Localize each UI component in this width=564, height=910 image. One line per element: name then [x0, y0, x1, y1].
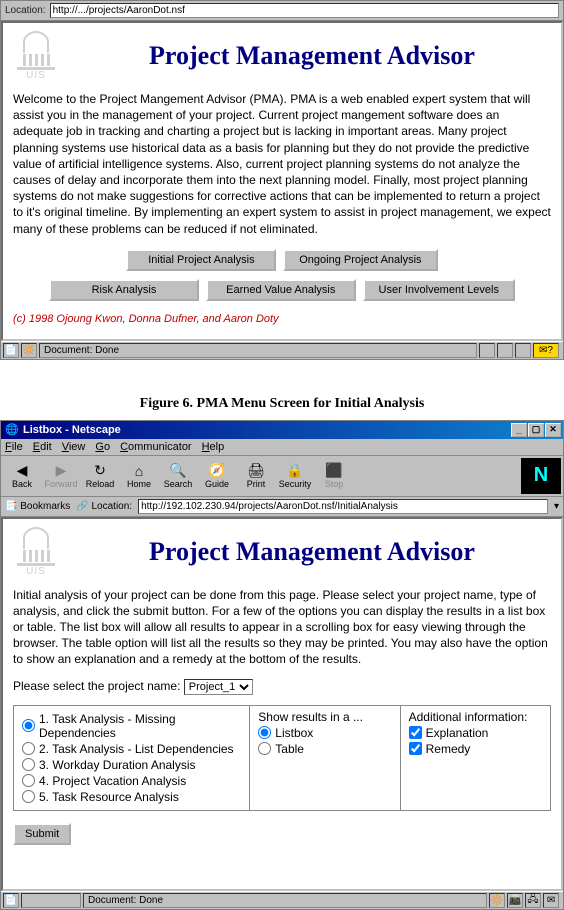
menu-communicator[interactable]: Communicator [120, 441, 192, 453]
button-row-2: Risk Analysis Earned Value Analysis User… [13, 277, 551, 303]
location-bar: Location: [1, 1, 563, 21]
ongoing-analysis-button[interactable]: Ongoing Project Analysis [283, 249, 437, 271]
uis-logo: UIS [13, 31, 59, 81]
search-button[interactable]: 🔍Search [159, 458, 197, 494]
results-header: Show results in a ... [258, 710, 391, 724]
options-table: 1. Task Analysis - Missing Dependencies … [13, 705, 551, 811]
stop-icon: ⬛ [325, 462, 342, 479]
print-button[interactable]: 🖨Print [237, 458, 275, 494]
user-involvement-button[interactable]: User Involvement Levels [363, 279, 515, 301]
window-title: Listbox - Netscape [23, 424, 510, 436]
analysis-option-5[interactable]: 5. Task Resource Analysis [22, 790, 241, 804]
status2-text: Document: Done [83, 893, 487, 908]
menu-view[interactable]: View [62, 441, 86, 453]
check-remedy[interactable]: Remedy [409, 742, 542, 756]
uis-logo-2: UIS [13, 527, 59, 577]
menu-edit[interactable]: Edit [33, 441, 52, 453]
status2-tray-2: 📠 [507, 893, 523, 908]
guide-button[interactable]: 🧭Guide [198, 458, 236, 494]
check-explanation[interactable]: Explanation [409, 726, 542, 740]
status2-tray-3: 🖧 [525, 893, 541, 908]
additional-header: Additional information: [409, 710, 542, 724]
menu-go[interactable]: Go [95, 441, 110, 453]
stop-button[interactable]: ⬛Stop [315, 458, 353, 494]
status2-tray-1: 🔆 [489, 893, 505, 908]
menu-help[interactable]: Help [202, 441, 225, 453]
figure-caption: Figure 6. PMA Menu Screen for Initial An… [0, 396, 564, 412]
home-button[interactable]: ⌂Home [120, 458, 158, 494]
bookmarks-button[interactable]: 📑 Bookmarks [5, 501, 70, 512]
page-body-1: UIS Project Management Advisor Welcome t… [1, 21, 563, 341]
window-2: 🌐 Listbox - Netscape _ ▢ ✕ File Edit Vie… [0, 420, 564, 910]
location-label: Location: [5, 5, 46, 16]
security-button[interactable]: 🔒Security [276, 458, 314, 494]
status2-progress [21, 893, 81, 908]
status-bar-2: 📄 Document: Done 🔆 📠 🖧 ✉ [1, 891, 563, 909]
status-tray-3 [515, 343, 531, 358]
menu-file[interactable]: File [5, 441, 23, 453]
status-tray-1 [479, 343, 495, 358]
forward-button[interactable]: ▶Forward [42, 458, 80, 494]
analysis-option-2[interactable]: 2. Task Analysis - List Dependencies [22, 742, 241, 756]
intro-text: Initial analysis of your project can be … [13, 587, 551, 668]
analysis-option-1[interactable]: 1. Task Analysis - Missing Dependencies [22, 712, 241, 740]
page-body-2: UIS Project Management Advisor Initial a… [1, 517, 563, 891]
status2-icon: 📄 [3, 893, 19, 908]
select-project-label: Please select the project name: [13, 679, 180, 693]
status2-tray-4: ✉ [543, 893, 559, 908]
submit-button[interactable]: Submit [13, 823, 71, 845]
titlebar: 🌐 Listbox - Netscape _ ▢ ✕ [1, 421, 563, 439]
project-select[interactable]: Project_1 [184, 679, 253, 695]
app-icon: 🌐 [5, 423, 19, 437]
toolbar: ◀Back ▶Forward ↻Reload ⌂Home 🔍Search 🧭Gu… [1, 456, 563, 497]
welcome-text: Welcome to the Project Mangement Advisor… [13, 91, 551, 237]
button-row-1: Initial Project Analysis Ongoing Project… [13, 247, 551, 273]
home-icon: ⌂ [135, 463, 143, 479]
reload-button[interactable]: ↻Reload [81, 458, 119, 494]
status-tray-2 [497, 343, 513, 358]
location-input-2[interactable] [138, 499, 548, 514]
status-text: Document: Done [39, 343, 477, 358]
netscape-logo: N [521, 458, 561, 494]
forward-icon: ▶ [56, 462, 67, 479]
menu-bar: File Edit View Go Communicator Help [1, 439, 563, 456]
reload-icon: ↻ [94, 462, 106, 479]
select-row: Please select the project name: Project_… [13, 678, 551, 695]
analysis-option-3[interactable]: 3. Workday Duration Analysis [22, 758, 241, 772]
page-title: Project Management Advisor [73, 41, 551, 71]
status-bar-1: 📄 🔆 Document: Done ✉? [1, 341, 563, 359]
earned-value-button[interactable]: Earned Value Analysis [206, 279, 356, 301]
results-listbox[interactable]: Listbox [258, 726, 391, 740]
page-title-2: Project Management Advisor [73, 537, 551, 567]
window-1: Location: UIS Project Management Advisor… [0, 0, 564, 360]
back-icon: ◀ [17, 462, 28, 479]
bookmark-location-bar: 📑 Bookmarks 🔗 Location: ▾ [1, 497, 563, 517]
location-input[interactable] [50, 3, 559, 18]
print-icon: 🖨 [247, 462, 265, 479]
status-icon-2: 🔆 [21, 343, 37, 358]
guide-icon: 🧭 [208, 462, 225, 479]
initial-analysis-button[interactable]: Initial Project Analysis [126, 249, 276, 271]
lock-icon: 🔒 [286, 462, 303, 479]
minimize-button[interactable]: _ [511, 423, 527, 437]
back-button[interactable]: ◀Back [3, 458, 41, 494]
copyright-text: (c) 1998 Ojoung Kwon, Donna Dufner, and … [13, 313, 551, 325]
status-security-icon: ✉? [533, 343, 559, 358]
risk-analysis-button[interactable]: Risk Analysis [49, 279, 199, 301]
location-dropdown-icon[interactable]: ▾ [554, 501, 559, 512]
results-table[interactable]: Table [258, 742, 391, 756]
search-icon: 🔍 [169, 462, 186, 479]
analysis-option-4[interactable]: 4. Project Vacation Analysis [22, 774, 241, 788]
maximize-button[interactable]: ▢ [528, 423, 544, 437]
status-icon-1: 📄 [3, 343, 19, 358]
close-button[interactable]: ✕ [545, 423, 561, 437]
location-label-2: 🔗 Location: [76, 501, 132, 512]
